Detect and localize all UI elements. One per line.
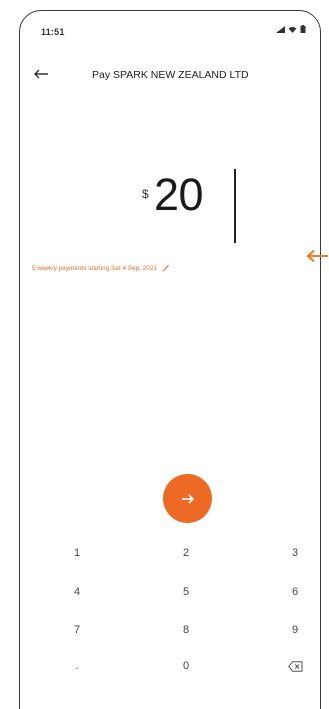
payment-schedule-text: 5 weekly payments starting Sat 4 Sep, 20… (32, 264, 157, 272)
payment-schedule-link[interactable]: 5 weekly payments starting Sat 4 Sep, 20… (32, 261, 312, 275)
status-time: 11:51 (41, 27, 65, 37)
pointer-arrow-icon (306, 249, 328, 263)
key-1[interactable]: 1 (57, 543, 97, 563)
amount-display[interactable]: $ 20 (20, 169, 320, 243)
key-decimal[interactable]: . (57, 656, 97, 676)
phone-frame: 11:51 Pay SPARK NEW ZEALAND LTD $ 20 5 w… (19, 10, 321, 709)
text-cursor (234, 169, 236, 243)
backspace-icon (287, 660, 302, 672)
key-9[interactable]: 9 (275, 620, 315, 640)
next-button[interactable] (163, 474, 212, 523)
key-2[interactable]: 2 (166, 543, 206, 563)
key-8[interactable]: 8 (166, 620, 206, 640)
page-title: Pay SPARK NEW ZEALAND LTD (92, 69, 249, 81)
backspace-key[interactable] (275, 656, 315, 676)
status-icons (276, 25, 306, 33)
key-7[interactable]: 7 (57, 620, 97, 640)
key-4[interactable]: 4 (57, 582, 97, 602)
key-0[interactable]: 0 (166, 656, 206, 676)
battery-icon (300, 25, 306, 33)
back-button[interactable] (32, 65, 54, 83)
screenshot-canvas: 11:51 Pay SPARK NEW ZEALAND LTD $ 20 5 w… (0, 0, 329, 709)
key-3[interactable]: 3 (275, 543, 315, 563)
arrow-right-icon (181, 493, 194, 504)
key-5[interactable]: 5 (166, 582, 206, 602)
amount-value: 20 (154, 169, 204, 220)
currency-symbol: $ (142, 187, 149, 201)
edit-pencil-icon (162, 265, 169, 272)
status-bar: 11:51 (20, 11, 320, 41)
back-arrow-icon (34, 69, 48, 79)
key-6[interactable]: 6 (275, 582, 315, 602)
wifi-icon (288, 26, 297, 33)
header: Pay SPARK NEW ZEALAND LTD (20, 63, 320, 89)
signal-icon (276, 25, 285, 33)
